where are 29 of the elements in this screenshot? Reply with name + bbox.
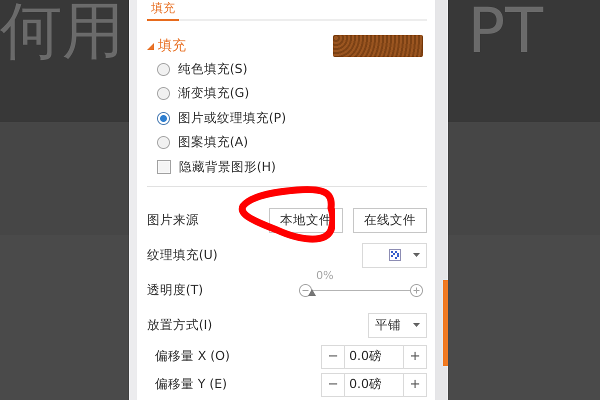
radio-button[interactable] <box>156 62 170 76</box>
pattern-icon <box>389 249 402 261</box>
field-label: 放置方式(I) <box>146 316 212 334</box>
caret-icon[interactable] <box>146 42 154 50</box>
pattern-dropdown[interactable] <box>362 242 428 268</box>
collapse-tab[interactable] <box>442 280 448 366</box>
placement-dropdown[interactable]: 平铺 <box>368 312 428 338</box>
field-label: 偏移量 X (O) <box>154 348 230 365</box>
option-label: 渐变填充(G) <box>178 85 250 102</box>
slider-value: 0% <box>316 268 334 282</box>
caret-icon <box>413 323 420 327</box>
field-label: 偏移量 Y (E) <box>154 376 228 393</box>
radio-button[interactable] <box>156 136 170 150</box>
option-label: 图案填充(A) <box>178 134 248 152</box>
file-button[interactable]: 在线文件 <box>353 208 428 232</box>
radio-button[interactable] <box>156 112 170 125</box>
option-label: 隐藏背景图形(H) <box>178 158 276 176</box>
plus-icon[interactable] <box>410 284 424 296</box>
radio-button[interactable] <box>156 87 170 100</box>
minus-icon[interactable] <box>299 284 312 296</box>
checkbox[interactable] <box>156 160 171 174</box>
field-label: 纹理填充(U) <box>146 246 218 264</box>
option-label: 图片或纹理填充(P) <box>178 110 286 127</box>
field-label: 透明度(T) <box>146 282 204 298</box>
caret-icon <box>413 253 420 257</box>
field-label: 图片来源 <box>146 212 199 228</box>
dropdown-value: 平铺 <box>375 316 402 334</box>
option-label: 纯色填充(S) <box>178 60 248 78</box>
slider-thumb[interactable] <box>308 288 316 296</box>
